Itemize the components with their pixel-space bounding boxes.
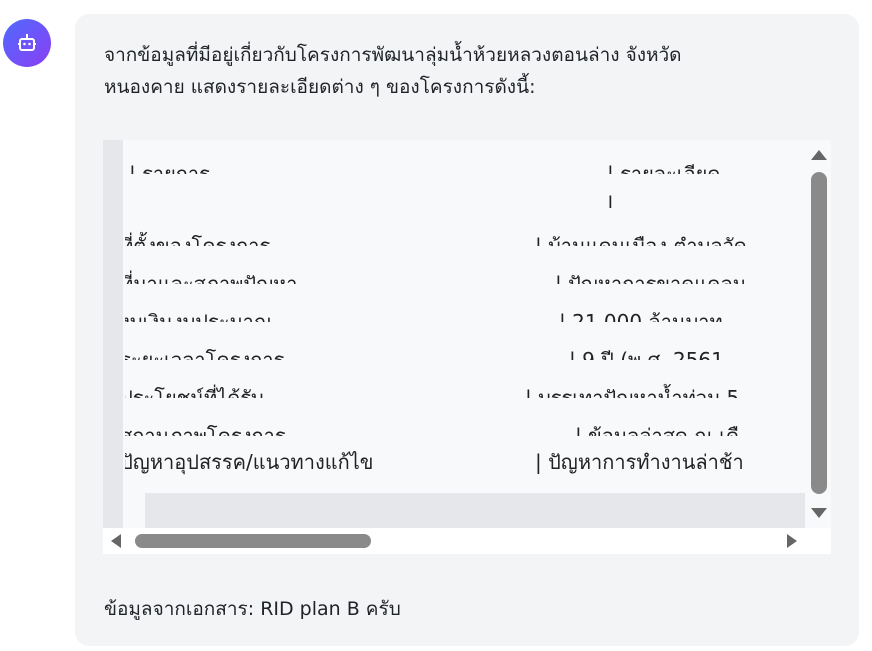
row-item: | ที่ตั้งของโครงการ [125, 234, 271, 246]
code-table-block[interactable]: | รายการ | รายละเอียด | | | ที่ตั้งของโค… [103, 140, 831, 554]
message-intro: จากข้อมูลที่มีอยู่เกี่ยวกับโครงการพัฒนาล… [104, 39, 824, 103]
row-detail: | ปัญหาการขาดแคลน [555, 272, 747, 284]
row-detail: | บรรเทาปัญหาน้ำท่วม 5 [525, 386, 740, 398]
source-note: ข้อมูลจากเอกสาร: RID plan B ครับ [104, 598, 401, 620]
separator-2: | [607, 192, 614, 208]
table-bottom-strip [145, 493, 805, 528]
intro-line-1: จากข้อมูลที่มีอยู่เกี่ยวกับโครงการพัฒนาล… [104, 44, 682, 66]
table-row: | ประโยชน์ที่ได้รับ | บรรเทาปัญหาน้ำท่วม… [125, 382, 805, 398]
vertical-scroll-thumb[interactable] [811, 172, 827, 494]
scroll-right-icon[interactable] [787, 534, 797, 548]
header-detail: | รายละเอียด [607, 162, 721, 174]
table-header-row: | รายการ | รายละเอียด [125, 158, 805, 174]
row-item: | งบเงินงบประมาณ [125, 310, 273, 322]
assistant-avatar [3, 19, 51, 67]
table-rows: | รายการ | รายละเอียด | | | ที่ตั้งของโค… [125, 140, 805, 493]
robot-icon [18, 34, 36, 51]
intro-line-2: หนองคาย แสดงรายละเอียดต่าง ๆ ของโครงการด… [104, 76, 536, 98]
table-row: | ที่มาและสภาพปัญหา | ปัญหาการขาดแคลน [125, 268, 805, 284]
row-item: | ระยะเวลาโครงการ [125, 348, 285, 360]
assistant-message-bubble: จากข้อมูลที่มีอยู่เกี่ยวกับโครงการพัฒนาล… [75, 14, 859, 646]
row-item: | ประโยชน์ที่ได้รับ [125, 386, 264, 398]
scroll-up-icon[interactable] [811, 150, 827, 160]
row-detail: | 9 ปี (พ.ศ. 2561 [569, 348, 724, 360]
row-detail: | บ้านแดนเมือง ตำบลวัด [535, 234, 747, 246]
scroll-left-icon[interactable] [111, 534, 121, 548]
table-separator-row: | | [125, 192, 805, 208]
row-item: | ปัญหาอุปสรรค/แนวทางแก้ไข [125, 450, 374, 474]
table-left-rail [103, 140, 123, 528]
table-row: | ปัญหาอุปสรรค/แนวทางแก้ไข | ปัญหาการทำง… [125, 446, 805, 480]
table-row: | ที่ตั้งของโครงการ | บ้านแดนเมือง ตำบลว… [125, 230, 805, 246]
row-detail: | ปัญหาการทำงานล่าช้า [535, 450, 744, 474]
table-row: | สถานภาพโครงการ | ข้อมูลล่าสุด ณ เดื [125, 420, 805, 436]
header-item: | รายการ [129, 162, 210, 174]
table-row: | งบเงินงบประมาณ | 21,000 ล้านบาท [125, 306, 805, 322]
row-detail: | ข้อมูลล่าสุด ณ เดื [575, 424, 739, 436]
table-row: | ระยะเวลาโครงการ | 9 ปี (พ.ศ. 2561 [125, 344, 805, 360]
horizontal-scroll-thumb[interactable] [135, 534, 371, 548]
vertical-scrollbar[interactable] [807, 140, 831, 528]
horizontal-scrollbar[interactable] [103, 528, 831, 554]
row-item: | ที่มาและสภาพปัญหา [125, 272, 298, 284]
row-detail: | 21,000 ล้านบาท [559, 310, 723, 322]
scroll-down-icon[interactable] [811, 508, 827, 518]
row-item: | สถานภาพโครงการ [125, 424, 286, 436]
